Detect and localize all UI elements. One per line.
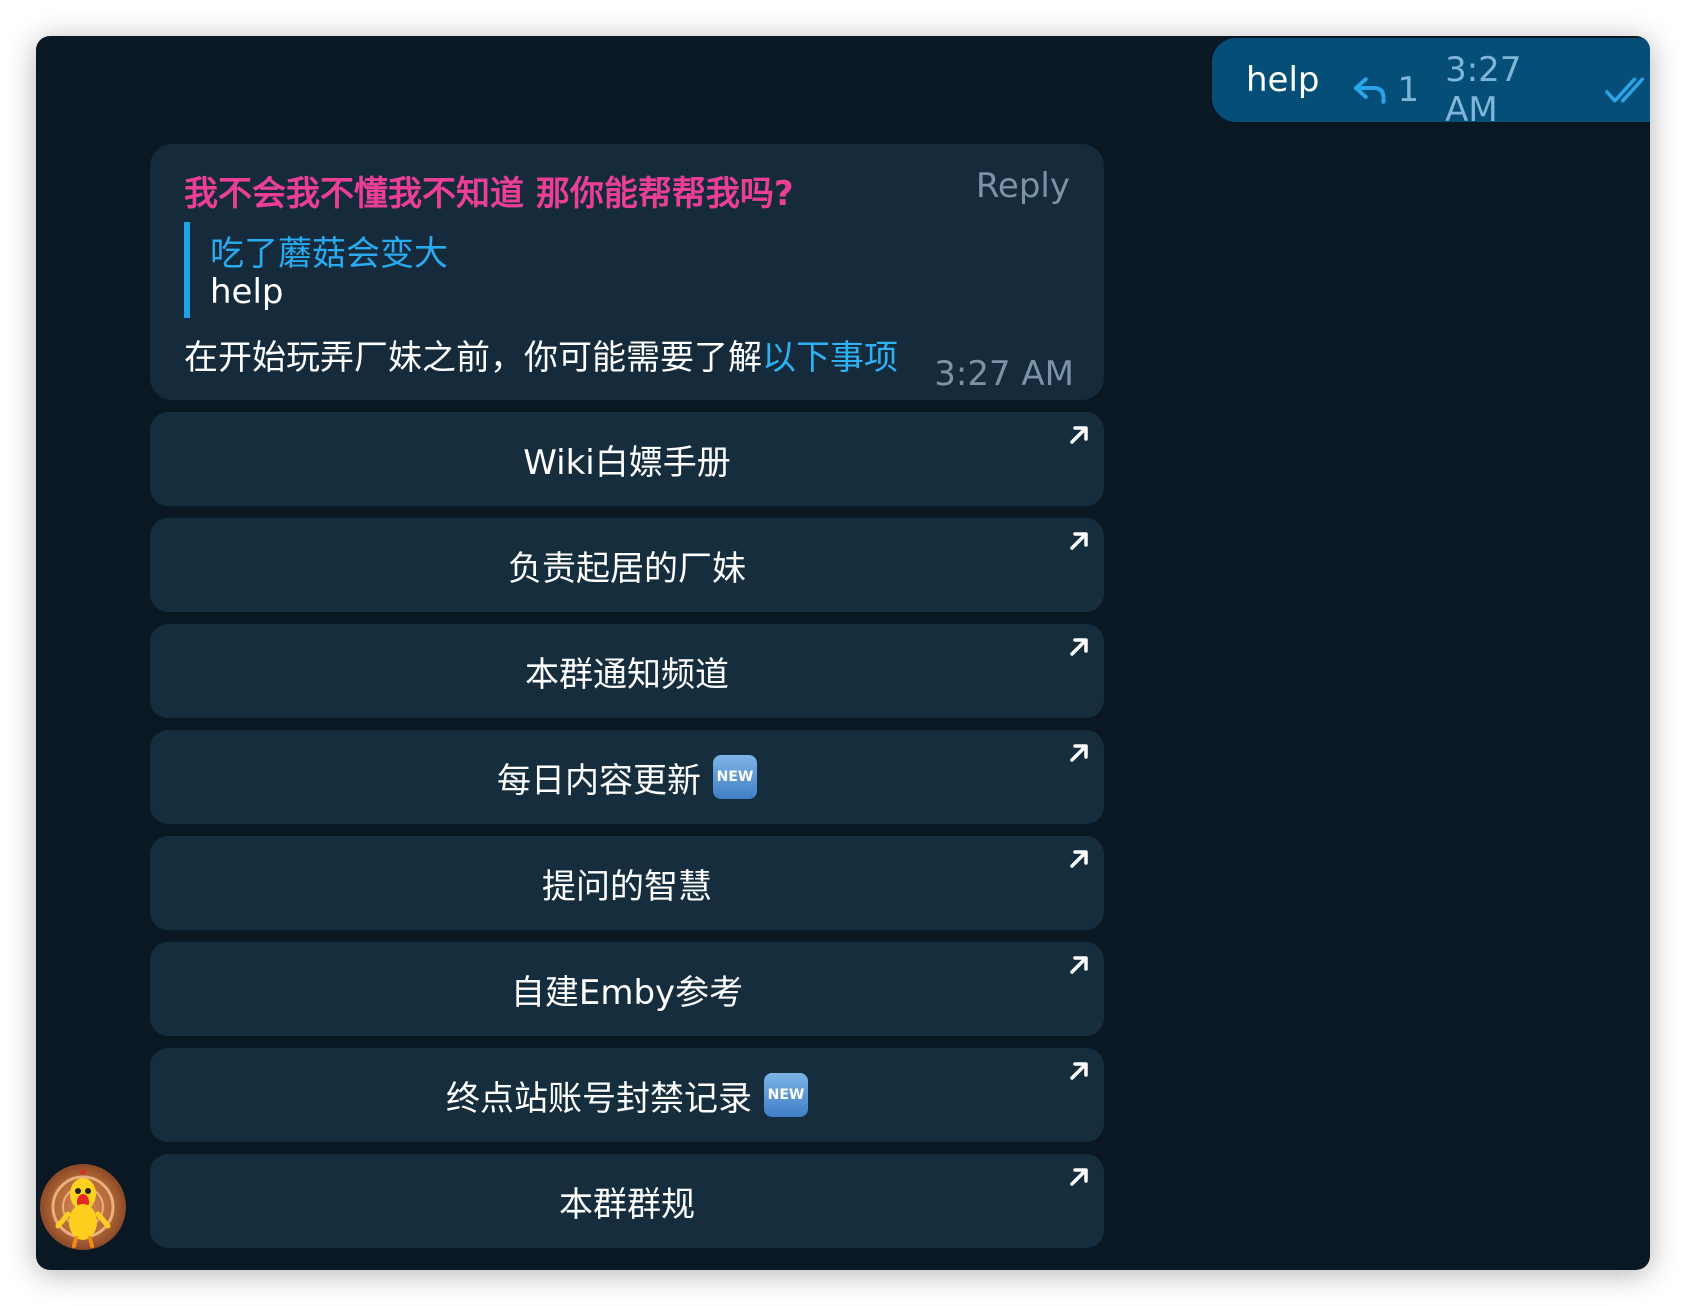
outgoing-message-text: help	[1246, 60, 1320, 100]
double-check-icon	[1604, 77, 1644, 103]
outgoing-message-meta: 1 3:27 AM	[1352, 50, 1650, 130]
keyboard-button-label: 终点站账号封禁记录	[446, 1078, 752, 1119]
keyboard-button-emby[interactable]: 自建Emby参考	[150, 942, 1104, 1036]
keyboard-button-label: 提问的智慧	[542, 866, 712, 907]
keyboard-button-ask-wisdom[interactable]: 提问的智慧	[150, 836, 1104, 930]
keyboard-button-ban-records[interactable]: 终点站账号封禁记录 NEW	[150, 1048, 1104, 1142]
chicken-avatar-icon	[51, 1168, 115, 1248]
outgoing-time: 3:27 AM	[1445, 50, 1522, 130]
reply-button[interactable]: Reply	[976, 166, 1070, 206]
bot-avatar[interactable]	[40, 1164, 126, 1250]
external-link-arrow-icon	[1070, 744, 1088, 762]
external-link-arrow-icon	[1070, 956, 1088, 974]
keyboard-button-label: 每日内容更新	[497, 760, 701, 801]
message-text: 在开始玩弄厂妹之前，你可能需要了解以下事项	[184, 330, 898, 379]
keyboard-button-label: Wiki白嫖手册	[523, 442, 731, 483]
keyboard-button-notice-channel[interactable]: 本群通知频道	[150, 624, 1104, 718]
keyboard-button-group-rules[interactable]: 本群群规	[150, 1154, 1104, 1248]
keyboard-button-label: 本群群规	[559, 1184, 695, 1225]
incoming-time: 3:27 AM	[934, 354, 1074, 394]
reply-count: 1	[1397, 70, 1420, 110]
quoted-message[interactable]: 吃了蘑菇会变大 help	[184, 222, 790, 318]
message-body: 在开始玩弄厂妹之前，你可能需要了解	[184, 338, 762, 378]
message-link[interactable]: 以下事项	[762, 338, 898, 378]
external-link-arrow-icon	[1070, 1168, 1088, 1186]
external-link-arrow-icon	[1070, 426, 1088, 444]
inline-keyboard: Wiki白嫖手册 负责起居的厂妹 本群通知频道 每日内容更新 NEW 提问的智慧…	[150, 412, 1104, 1260]
new-badge-icon: NEW	[764, 1073, 808, 1117]
quote-author: 吃了蘑菇会变大	[210, 234, 448, 274]
keyboard-button-label: 负责起居的厂妹	[508, 548, 746, 589]
outgoing-message[interactable]: help 1 3:27 AM	[1212, 38, 1650, 130]
new-badge-icon: NEW	[713, 755, 757, 799]
keyboard-button-label: 本群通知频道	[525, 654, 729, 695]
quote-text: help	[210, 272, 284, 312]
keyboard-button-daily-updates[interactable]: 每日内容更新 NEW	[150, 730, 1104, 824]
external-link-arrow-icon	[1070, 850, 1088, 868]
reply-icon[interactable]	[1352, 75, 1387, 105]
external-link-arrow-icon	[1070, 532, 1088, 550]
keyboard-button-factory-girl[interactable]: 负责起居的厂妹	[150, 518, 1104, 612]
keyboard-button-label: 自建Emby参考	[510, 972, 744, 1013]
chat-window: help 1 3:27 AM 我不会我不懂我不知道 那你能帮帮我吗? Reply…	[36, 36, 1650, 1270]
incoming-message[interactable]: 我不会我不懂我不知道 那你能帮帮我吗? Reply 吃了蘑菇会变大 help 在…	[150, 144, 1104, 400]
keyboard-button-wiki[interactable]: Wiki白嫖手册	[150, 412, 1104, 506]
sender-name[interactable]: 我不会我不懂我不知道 那你能帮帮我吗?	[184, 166, 794, 215]
external-link-arrow-icon	[1070, 638, 1088, 656]
external-link-arrow-icon	[1070, 1062, 1088, 1080]
